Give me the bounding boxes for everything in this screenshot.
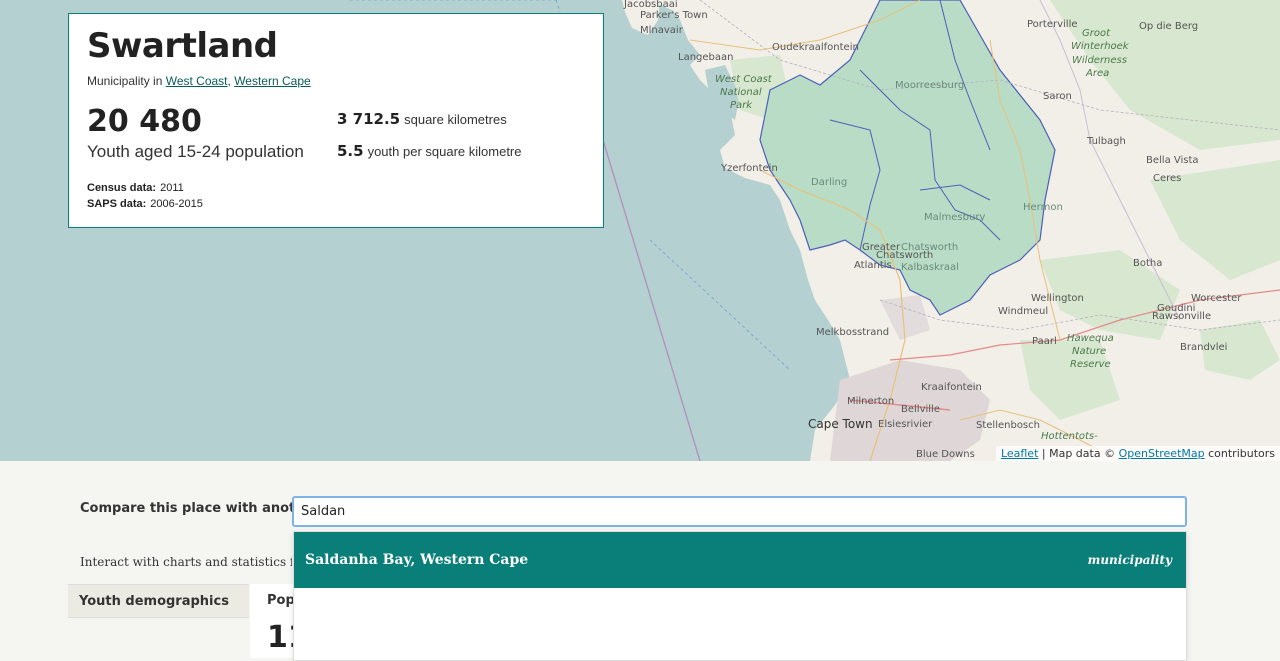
map-label-blue-downs: Blue Downs bbox=[916, 449, 975, 460]
parent-district-link[interactable]: West Coast bbox=[166, 74, 228, 88]
suggestion-item[interactable]: Saldanha Bay, Western Cape municipality bbox=[294, 532, 1186, 588]
map-label-brandvlei: Brandvlei bbox=[1180, 342, 1228, 353]
compare-label: Compare this place with another bbox=[80, 501, 320, 516]
census-label: Census data: bbox=[87, 182, 157, 194]
map-label-darling: Darling bbox=[811, 177, 848, 188]
map-label-porterville: Porterville bbox=[1027, 19, 1078, 30]
map-label-jacobsbaai: Jacobsbaai bbox=[624, 0, 678, 10]
map-label-west-coast-np: West Coast bbox=[715, 74, 772, 85]
saps-value: 2006-2015 bbox=[150, 198, 203, 210]
suggestion-type: municipality bbox=[1087, 553, 1172, 567]
map-attribution: Leaflet | Map data © OpenStreetMap contr… bbox=[995, 446, 1280, 461]
openstreetmap-link[interactable]: OpenStreetMap bbox=[1119, 447, 1205, 460]
attribution-separator: | Map data © bbox=[1038, 447, 1119, 460]
map-label-kalbaskraal: Kalbaskraal bbox=[901, 262, 959, 273]
map-label-worcester: Worcester bbox=[1191, 293, 1242, 304]
map-label-west-coast-np-3: Park bbox=[730, 100, 753, 111]
map-label-oudekraalfontein: Oudekraalfontein bbox=[772, 42, 859, 53]
map-label-hottentots: Hottentots- bbox=[1041, 431, 1098, 442]
density-unit: youth per square kilometre bbox=[367, 144, 522, 159]
map-label-ceres: Ceres bbox=[1153, 173, 1182, 184]
map-label-op-die-berg: Op die Berg bbox=[1139, 21, 1199, 32]
map-label-elsiesrivier: Elsiesrivier bbox=[878, 419, 933, 430]
map-label-rawsonville: Rawsonville bbox=[1152, 311, 1212, 322]
population-value: 20 480 bbox=[87, 104, 202, 139]
map-label-groot: Groot bbox=[1082, 28, 1111, 39]
map-label-cape-town: Cape Town bbox=[808, 417, 873, 431]
map-label-hawequa-3: Reserve bbox=[1070, 359, 1111, 370]
density-value: 5.5 bbox=[337, 142, 364, 160]
map-label-groot-2: Winterhoek bbox=[1071, 41, 1129, 52]
panel-number: 11 bbox=[267, 620, 293, 655]
place-info-card: Swartland Municipality in West Coast, We… bbox=[68, 13, 604, 228]
interact-intro-text: Interact with charts and statistics fo bbox=[80, 555, 292, 569]
compare-search-input[interactable] bbox=[292, 496, 1187, 527]
area-unit: square kilometres bbox=[404, 112, 507, 127]
map-label-groot-3: Wilderness bbox=[1072, 55, 1127, 66]
map-label-malmesbury: Malmesbury bbox=[924, 212, 986, 223]
map-label-hawequa-2: Nature bbox=[1072, 346, 1107, 357]
attribution-contributors: contributors bbox=[1204, 447, 1275, 460]
place-kind: Municipality in bbox=[87, 74, 166, 88]
map-label-paarl: Paarl bbox=[1032, 336, 1057, 347]
saps-info: SAPS data: 2006-2015 bbox=[87, 198, 203, 210]
map-label-bellville: Bellville bbox=[901, 404, 940, 415]
map-label-langebaan: Langebaan bbox=[678, 52, 734, 63]
map-label-west-coast-np-2: National bbox=[720, 87, 762, 98]
map-label-stellenbosch: Stellenbosch bbox=[976, 420, 1040, 431]
map-label-atlantis: Atlantis bbox=[854, 260, 892, 271]
area-stat: 3 712.5 square kilometres bbox=[337, 110, 507, 128]
panel-title: Pop bbox=[267, 593, 293, 608]
map-label-wellington: Wellington bbox=[1031, 293, 1084, 304]
map-label-windmeul: Windmeul bbox=[998, 306, 1049, 317]
map-label-mlnavair: Mlnavair bbox=[640, 25, 683, 36]
suggestion-name: Saldanha Bay, Western Cape bbox=[305, 552, 529, 568]
map-label-groot-4: Area bbox=[1086, 68, 1110, 79]
map-label-botha: Botha bbox=[1133, 258, 1163, 269]
map-label-tulbagh: Tulbagh bbox=[1087, 136, 1126, 147]
saps-label: SAPS data: bbox=[87, 198, 147, 210]
sidebar-item-youth-demographics[interactable]: Youth demographics bbox=[68, 584, 249, 618]
map-label-hermon: Hermon bbox=[1023, 202, 1063, 213]
map-label-melkbosstrand: Melkbosstrand bbox=[816, 327, 890, 338]
map-label-kraaifontein: Kraaifontein bbox=[921, 382, 982, 393]
map-label-milnerton: Milnerton bbox=[847, 396, 895, 407]
place-hierarchy: Municipality in West Coast, Western Cape bbox=[87, 74, 585, 88]
stats-panel: Pop 11 bbox=[250, 584, 293, 658]
density-stat: 5.5 youth per square kilometre bbox=[337, 142, 522, 160]
census-info: Census data: 2011 bbox=[87, 182, 184, 194]
parent-province-link[interactable]: Western Cape bbox=[234, 74, 310, 88]
map-label-parkers-town: Parker's Town bbox=[640, 10, 708, 21]
map-label-yzerfontein: Yzerfontein bbox=[721, 163, 778, 174]
area-value: 3 712.5 bbox=[337, 110, 401, 128]
census-value: 2011 bbox=[160, 182, 184, 194]
map-label-saron: Saron bbox=[1043, 91, 1072, 102]
map-label-moorreesburg: Moorreesburg bbox=[895, 80, 965, 91]
map-label-hawequa: Hawequa bbox=[1067, 333, 1114, 344]
map-label-bella-vista: Bella Vista bbox=[1146, 155, 1199, 166]
place-name: Swartland bbox=[87, 26, 278, 66]
compare-suggestions-dropdown: Saldanha Bay, Western Cape municipality bbox=[293, 531, 1187, 661]
map-label-chatsworth: Chatsworth bbox=[901, 242, 959, 253]
population-label: Youth aged 15-24 population bbox=[87, 142, 304, 161]
leaflet-link[interactable]: Leaflet bbox=[1001, 447, 1038, 460]
